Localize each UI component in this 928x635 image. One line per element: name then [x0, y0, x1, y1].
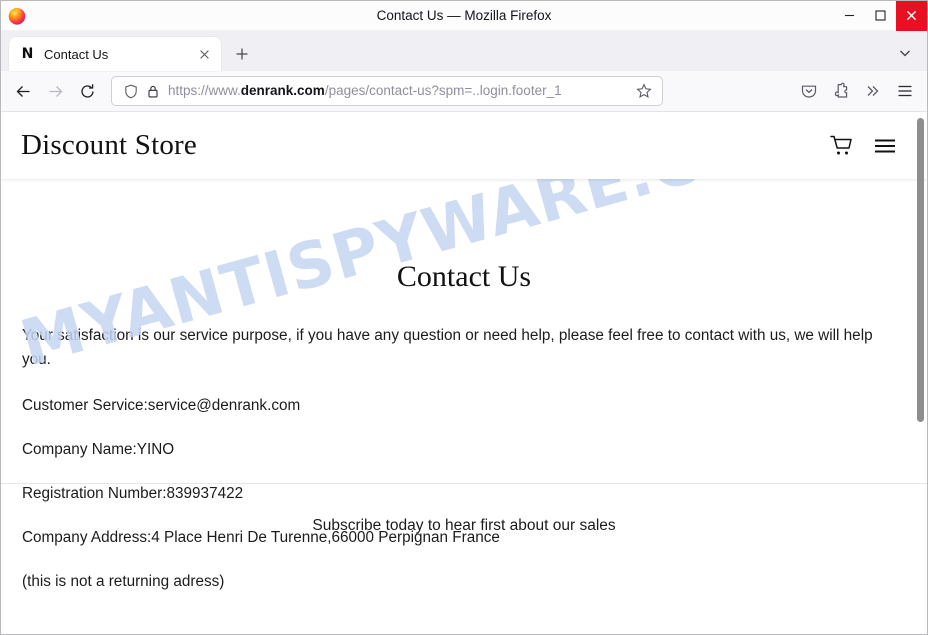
chevron-down-icon[interactable] [893, 41, 917, 65]
padlock-icon[interactable] [142, 80, 164, 102]
puzzle-piece-icon[interactable] [825, 76, 857, 106]
contact-content: Your satisfaction is our service purpose… [22, 324, 899, 614]
site-header: Discount Store [1, 112, 927, 179]
url-path: /pages/contact-us?spm=..login.footer_1 [324, 83, 562, 98]
navigation-toolbar: https://www.denrank.com/pages/contact-us… [1, 71, 927, 112]
tab-strip: N Contact Us [1, 31, 927, 71]
toolbar-right-actions [793, 76, 921, 106]
firefox-logo-icon [7, 6, 27, 26]
shield-icon[interactable] [120, 80, 142, 102]
page-content: Contact Us MYANTISPYWARE.COM Your satisf… [1, 112, 927, 634]
footer-subscribe-text: Subscribe today to hear first about our … [312, 517, 616, 534]
contact-paragraph-note: (this is not a returning adress) [22, 573, 225, 590]
contact-paragraph-intro: Your satisfaction is our service purpose… [22, 327, 873, 368]
reload-icon[interactable] [71, 76, 103, 106]
store-brand-name[interactable]: Discount Store [21, 129, 197, 162]
pocket-save-icon[interactable] [793, 76, 825, 106]
site-hamburger-menu-icon[interactable] [863, 124, 907, 168]
shopping-cart-icon[interactable] [819, 124, 863, 168]
new-tab-button[interactable] [227, 39, 257, 69]
back-arrow-icon[interactable] [7, 76, 39, 106]
scrollbar-thumb[interactable] [917, 118, 924, 422]
site-header-actions [819, 124, 907, 168]
contact-paragraph-registration-number: Registration Number:839937422 [22, 485, 244, 502]
minimize-button[interactable] [834, 1, 865, 31]
url-prefix: https://www. [168, 83, 241, 98]
title-bar: Contact Us — Mozilla Firefox [1, 1, 927, 31]
url-host: denrank.com [240, 83, 325, 98]
tab-contact-us[interactable]: N Contact Us [9, 37, 221, 71]
contact-paragraph-company-name: Company Name:YINO [22, 441, 175, 458]
tab-title: Contact Us [44, 46, 109, 62]
page-title: Contact Us [396, 260, 532, 293]
footer-separator [1, 483, 927, 484]
window-title: Contact Us — Mozilla Firefox [376, 7, 552, 23]
page-scrollbar[interactable] [915, 112, 927, 634]
url-bar[interactable]: https://www.denrank.com/pages/contact-us… [111, 76, 663, 106]
hamburger-menu-icon[interactable] [889, 76, 921, 106]
browser-window: Contact Us — Mozilla Firefox N Contact U… [0, 0, 928, 635]
double-chevron-right-icon[interactable] [857, 76, 889, 106]
forward-arrow-icon[interactable] [39, 76, 71, 106]
close-button[interactable] [896, 1, 927, 31]
contact-paragraph-customer-service: Customer Service:service@denrank.com [22, 397, 301, 414]
tab-close-icon[interactable] [195, 45, 213, 63]
url-text[interactable]: https://www.denrank.com/pages/contact-us… [168, 77, 632, 105]
window-controls [834, 1, 927, 31]
maximize-button[interactable] [865, 1, 896, 31]
page-viewport: Contact Us MYANTISPYWARE.COM Your satisf… [1, 112, 927, 634]
star-icon[interactable] [632, 79, 656, 103]
site-favicon-n: N [21, 46, 34, 62]
